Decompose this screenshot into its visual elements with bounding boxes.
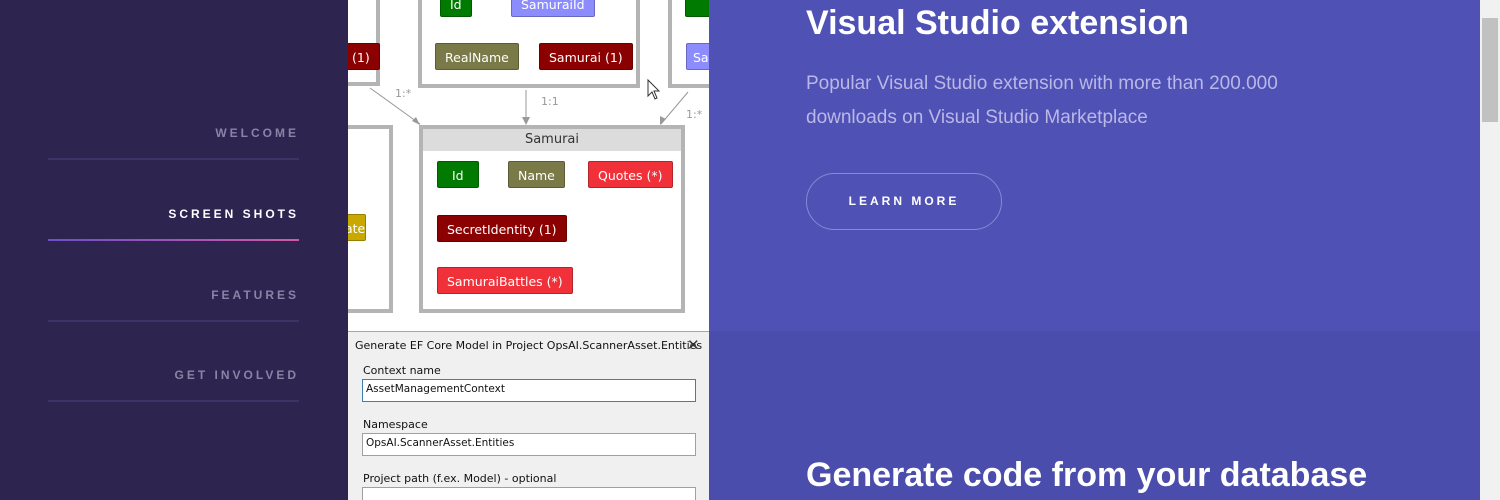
learn-more-button[interactable]: LEARN MORE <box>806 173 1002 230</box>
relation-label: 1:* <box>395 87 412 100</box>
context-name-field[interactable]: AssetManagementContext <box>362 379 696 402</box>
nav-item-get-involved[interactable]: GET INVOLVED <box>48 368 299 402</box>
nav-item-screen-shots[interactable]: SCREEN SHOTS <box>48 207 299 241</box>
extension-section: Visual Studio extension Popular Visual S… <box>709 0 1480 331</box>
nav-item-welcome[interactable]: WELCOME <box>48 126 299 160</box>
sidebar-nav: WELCOME SCREEN SHOTS FEATURES GET INVOLV… <box>0 0 348 500</box>
screenshot-image: (1) Id SamuraiId RealName Samurai (1) Sa… <box>348 0 709 500</box>
entity-chip: Quotes (*) <box>588 161 673 188</box>
nav-item-features[interactable]: FEATURES <box>48 288 299 322</box>
entity-chip: SecretIdentity (1) <box>437 215 567 242</box>
section-title: Visual Studio extension <box>806 4 1189 42</box>
scrollbar-thumb[interactable] <box>1482 18 1498 122</box>
namespace-field[interactable]: OpsAI.ScannerAsset.Entities <box>362 433 696 456</box>
context-name-label: Context name <box>363 364 441 377</box>
section-description: Popular Visual Studio extension with mor… <box>806 73 1278 128</box>
dialog-title: Generate EF Core Model in Project OpsAI.… <box>355 339 703 352</box>
entity-chip: ate <box>348 214 367 241</box>
project-path-field[interactable] <box>362 487 696 500</box>
entity-chip: Name <box>508 161 565 188</box>
project-path-label: Project path (f.ex. Model) - optional <box>363 472 557 485</box>
relation-label: 1:* <box>686 108 703 121</box>
entity-chip: SamuraiBattles (*) <box>437 267 573 294</box>
namespace-label: Namespace <box>363 418 428 431</box>
generate-model-dialog: Generate EF Core Model in Project OpsAI.… <box>348 331 709 500</box>
relation-label: 1:1 <box>541 95 559 108</box>
entity-chip: Id <box>437 161 479 188</box>
close-icon[interactable]: ✕ <box>687 336 700 354</box>
main-content: Visual Studio extension Popular Visual S… <box>709 0 1480 500</box>
er-diagram: (1) Id SamuraiId RealName Samurai (1) Sa… <box>348 0 709 328</box>
next-section-title: Generate code from your database <box>806 456 1368 494</box>
relation-arrows <box>369 78 689 125</box>
page-scrollbar[interactable] <box>1480 0 1500 500</box>
